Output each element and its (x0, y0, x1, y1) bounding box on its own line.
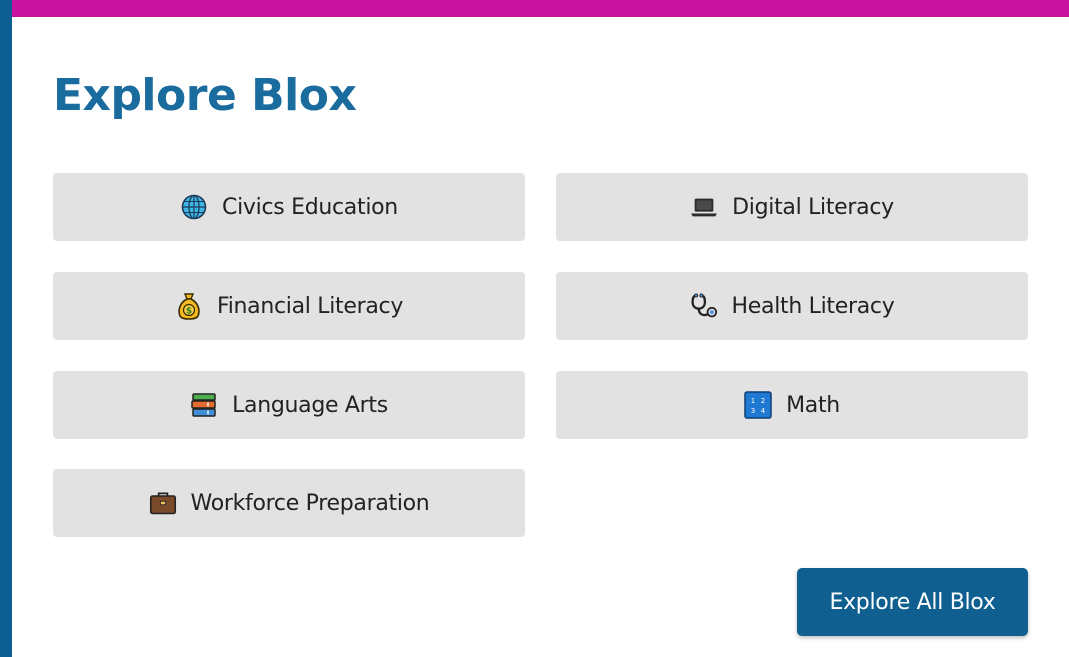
topic-tile-math[interactable]: 1 2 3 4 Math (556, 371, 1028, 439)
explore-all-blox-label: Explore All Blox (829, 589, 996, 615)
topic-tile-health-literacy[interactable]: Health Literacy (556, 272, 1028, 340)
topic-tile-civics-education[interactable]: Civics Education (53, 173, 525, 241)
svg-text:2: 2 (761, 397, 765, 405)
topic-tile-financial-literacy[interactable]: $ Financial Literacy (53, 272, 525, 340)
laptop-icon (690, 193, 718, 221)
topic-label: Workforce Preparation (190, 490, 430, 516)
svg-text:$: $ (186, 307, 192, 317)
topic-label: Health Literacy (731, 293, 895, 319)
topic-tile-language-arts[interactable]: Language Arts (53, 371, 525, 439)
money-bag-icon: $ (175, 292, 203, 320)
topic-label: Financial Literacy (216, 293, 404, 319)
top-accent-bar (12, 0, 1069, 17)
topic-label: Language Arts (232, 392, 388, 418)
svg-text:4: 4 (761, 407, 766, 415)
books-icon (190, 391, 218, 419)
stethoscope-icon (690, 292, 718, 320)
topic-tile-workforce-preparation[interactable]: Workforce Preparation (53, 469, 525, 537)
page-title: Explore Blox (53, 70, 357, 121)
svg-text:3: 3 (751, 407, 755, 415)
topic-label: Digital Literacy (732, 194, 894, 220)
numbers-icon: 1 2 3 4 (744, 391, 772, 419)
topic-label: Math (786, 392, 840, 418)
briefcase-icon (149, 489, 177, 517)
globe-icon (180, 193, 208, 221)
topic-tile-digital-literacy[interactable]: Digital Literacy (556, 173, 1028, 241)
left-accent-bar (0, 0, 12, 657)
svg-text:1: 1 (751, 397, 755, 405)
topic-label: Civics Education (222, 194, 398, 220)
explore-all-blox-button[interactable]: Explore All Blox (797, 568, 1028, 636)
explore-blox-panel: Explore Blox Civics Education Digital Li… (0, 0, 1069, 657)
